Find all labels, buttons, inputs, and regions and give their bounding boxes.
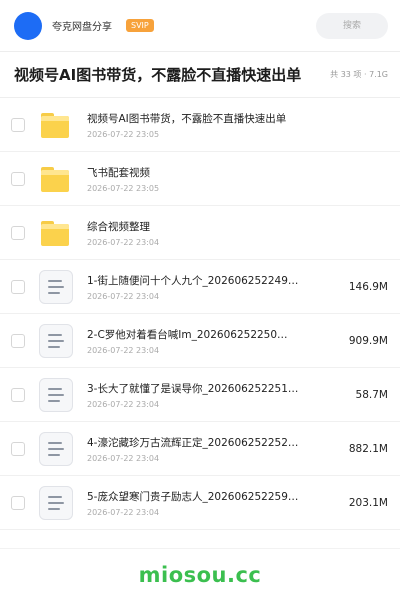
svip-badge: SVIP bbox=[126, 19, 154, 32]
video-file-icon bbox=[39, 377, 73, 412]
watermark: miosou.cc bbox=[138, 562, 262, 587]
footer: miosou.cc bbox=[0, 548, 400, 600]
avatar[interactable] bbox=[14, 11, 42, 40]
item-name: 视频号AI图书带货，不露脸不直播快速出单 bbox=[87, 112, 287, 125]
item-checkbox[interactable] bbox=[11, 387, 25, 402]
folder-title-row: 视频号AI图书带货，不露脸不直播快速出单 共 33 项 · 7.1G bbox=[0, 52, 400, 98]
video-file-icon bbox=[39, 485, 73, 520]
item-checkbox[interactable] bbox=[11, 117, 25, 132]
folder-icon bbox=[39, 216, 73, 250]
search-input[interactable] bbox=[316, 12, 388, 39]
item-checkbox[interactable] bbox=[11, 333, 25, 348]
list-item[interactable]: 综合视频整理 2026-07-22 23:04 bbox=[0, 206, 400, 260]
item-name: 4-濠沱藏珍万古流辉正定_202606252252… bbox=[87, 436, 299, 449]
item-checkbox[interactable] bbox=[11, 225, 25, 240]
page-title: 视频号AI图书带货，不露脸不直播快速出单 bbox=[14, 66, 302, 84]
item-date: 2026-07-22 23:04 bbox=[87, 507, 160, 517]
list-item[interactable]: 1-街上随便问十个人九个_20260625224​9… 2026-07-22 2… bbox=[0, 260, 400, 314]
item-name: 飞书配套视频 bbox=[87, 166, 150, 179]
share-header: 夸克网盘分享 SVIP bbox=[0, 0, 400, 52]
item-date: 2026-07-22 23:04 bbox=[87, 399, 160, 409]
item-checkbox[interactable] bbox=[11, 495, 25, 510]
item-date: 2026-07-22 23:04 bbox=[87, 345, 160, 355]
item-size: 882.1M bbox=[348, 442, 388, 455]
item-checkbox[interactable] bbox=[11, 441, 25, 456]
item-name: 1-街上随便问十个人九个_20260625224​9… bbox=[87, 274, 299, 287]
video-file-icon bbox=[39, 323, 73, 358]
list-item[interactable]: 3-长大了就懂了是误导你_202606252251… 2026-07-22 23… bbox=[0, 368, 400, 422]
folder-meta: 共 33 项 · 7.1G bbox=[330, 70, 388, 79]
folder-icon bbox=[39, 162, 73, 196]
item-size: 203.1M bbox=[348, 496, 388, 509]
folder-icon bbox=[39, 108, 73, 142]
list-item[interactable]: 飞书配套视频 2026-07-22 23:05 bbox=[0, 152, 400, 206]
item-name: 3-长大了就懂了是误导你_202606252251… bbox=[87, 382, 299, 395]
item-date: 2026-07-22 23:04 bbox=[87, 453, 160, 463]
item-name: 5-庞众望寒门贵子励志人_202606252259… bbox=[87, 490, 299, 503]
item-name: 2-C罗他对着看台喊Im_202606252250… bbox=[87, 328, 288, 341]
item-size: 146.9M bbox=[348, 280, 388, 293]
list-item[interactable]: 视频号AI图书带货，不露脸不直播快速出单 2026-07-22 23:05 bbox=[0, 98, 400, 152]
item-date: 2026-07-22 23:04 bbox=[87, 237, 160, 247]
item-date: 2026-07-22 23:04 bbox=[87, 291, 160, 301]
item-size: 58.7M bbox=[355, 388, 388, 401]
list-item[interactable]: 5-庞众望寒门贵子励志人_202606252259… 2026-07-22 23… bbox=[0, 476, 400, 530]
list-item[interactable]: 4-濠沱藏珍万古流辉正定_202606252252… 2026-07-22 23… bbox=[0, 422, 400, 476]
item-checkbox[interactable] bbox=[11, 171, 25, 186]
video-file-icon bbox=[39, 269, 73, 304]
item-date: 2026-07-22 23:05 bbox=[87, 183, 160, 193]
file-list: 视频号AI图书带货，不露脸不直播快速出单 2026-07-22 23:05 飞书… bbox=[0, 98, 400, 530]
item-date: 2026-07-22 23:05 bbox=[87, 129, 160, 139]
item-name: 综合视频整理 bbox=[87, 220, 150, 233]
item-checkbox[interactable] bbox=[11, 279, 25, 294]
list-item[interactable]: 2-C罗他对着看台喊Im_202606252250… 2026-07-22 23… bbox=[0, 314, 400, 368]
item-size: 909.9M bbox=[348, 334, 388, 347]
owner-name: 夸克网盘分享 bbox=[52, 22, 112, 33]
video-file-icon bbox=[39, 431, 73, 466]
